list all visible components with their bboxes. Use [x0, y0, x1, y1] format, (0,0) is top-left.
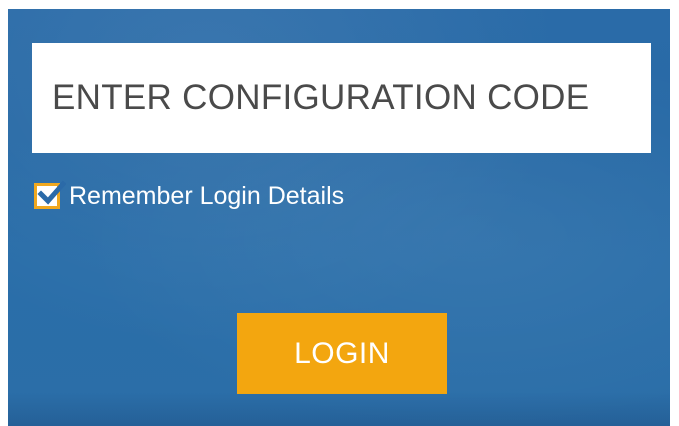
login-button[interactable]: LOGIN [237, 313, 447, 394]
configuration-code-input[interactable] [32, 43, 651, 153]
checkmark-icon [37, 180, 66, 205]
remember-login-checkbox[interactable] [34, 180, 66, 209]
login-screen: Remember Login Details LOGIN [8, 9, 670, 426]
remember-login-checkbox-row[interactable]: Remember Login Details [34, 179, 344, 213]
remember-login-label: Remember Login Details [69, 181, 345, 210]
